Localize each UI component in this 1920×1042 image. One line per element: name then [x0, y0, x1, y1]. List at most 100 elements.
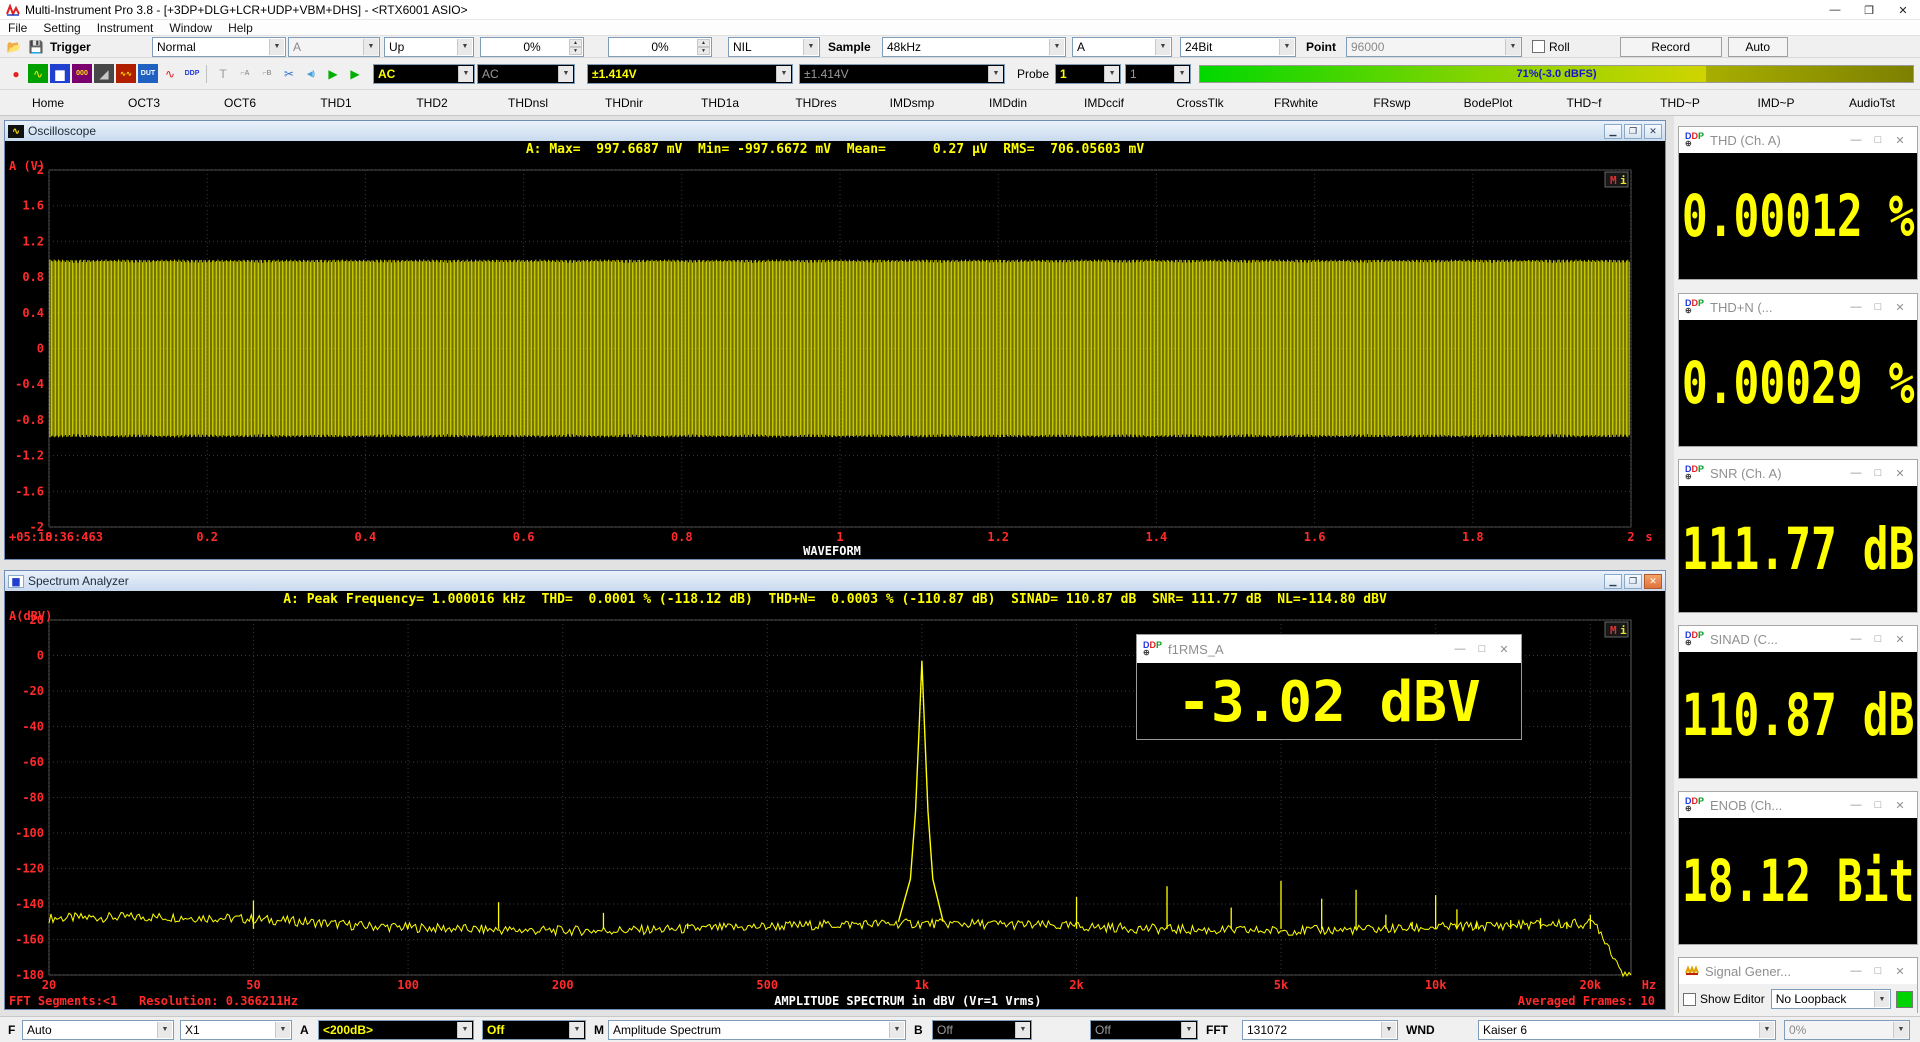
label-a-icon[interactable]: ⌐A: [235, 64, 255, 83]
trigger-source-combo[interactable]: A▼: [288, 37, 380, 57]
sg-maximize-button[interactable]: □: [1867, 965, 1889, 977]
tab-frswp[interactable]: FRswp: [1344, 91, 1440, 115]
tab-imd~p[interactable]: IMD~P: [1728, 91, 1824, 115]
menu-instrument[interactable]: Instrument: [89, 20, 162, 36]
f1rms-minimize-button[interactable]: —: [1449, 643, 1471, 655]
trigger-filter-combo[interactable]: NIL▼: [728, 37, 820, 57]
spectrum-3d-plot-icon[interactable]: ◢: [94, 64, 114, 83]
fft-mode-combo[interactable]: Auto▼: [22, 1020, 174, 1040]
auto-button[interactable]: Auto: [1728, 37, 1788, 57]
probe-calibration-icon[interactable]: T: [213, 64, 233, 83]
signal-generator-run-button[interactable]: [1896, 991, 1913, 1008]
ddp-viewer-icon[interactable]: DDP: [182, 64, 202, 83]
meter-close-button[interactable]: ✕: [1889, 467, 1911, 480]
show-editor-checkbox[interactable]: [1683, 993, 1696, 1006]
window-function-combo[interactable]: Kaiser 6▼: [1478, 1020, 1776, 1040]
fft-size-combo[interactable]: 131072▼: [1242, 1020, 1398, 1040]
f1rms-close-button[interactable]: ✕: [1493, 643, 1515, 656]
minimize-button[interactable]: —: [1818, 0, 1852, 20]
tab-oct6[interactable]: OCT6: [192, 91, 288, 115]
oscilloscope-restore-button[interactable]: ❐: [1624, 124, 1642, 139]
oscilloscope-minimize-button[interactable]: ▁: [1604, 124, 1622, 139]
meter-close-button[interactable]: ✕: [1889, 301, 1911, 314]
menu-file[interactable]: File: [0, 20, 35, 36]
meter-minimize-button[interactable]: —: [1845, 633, 1867, 645]
tab-bodeplot[interactable]: BodePlot: [1440, 91, 1536, 115]
meter-title-bar[interactable]: DDP⊕SNR (Ch. A)—□✕: [1679, 460, 1917, 486]
sample-rate-combo[interactable]: 48kHz▼: [882, 37, 1066, 57]
probe-b-combo[interactable]: 1▼: [1125, 64, 1191, 84]
b-range-combo[interactable]: Off▼: [932, 1020, 1032, 1040]
menu-window[interactable]: Window: [161, 20, 220, 36]
record-icon[interactable]: ●: [6, 64, 26, 83]
title-bar[interactable]: Multi-Instrument Pro 3.8 - [+3DP+DLG+LCR…: [0, 0, 1920, 20]
tab-imddin[interactable]: IMDdin: [960, 91, 1056, 115]
a-range-combo[interactable]: <200dB>▼: [318, 1020, 474, 1040]
meter-title-bar[interactable]: DDP⊕SINAD (C...—□✕: [1679, 626, 1917, 652]
range-a-combo[interactable]: ±1.414V▼: [587, 64, 793, 84]
coupling-a-combo[interactable]: AC▼: [373, 64, 475, 84]
meter-title-bar[interactable]: DDP⊕ENOB (Ch...—□✕: [1679, 792, 1917, 818]
coupling-b-combo[interactable]: AC▼: [477, 64, 575, 84]
tab-thd1a[interactable]: THD1a: [672, 91, 768, 115]
tab-audiotst[interactable]: AudioTst: [1824, 91, 1920, 115]
tab-imdccif[interactable]: IMDccif: [1056, 91, 1152, 115]
oscilloscope-close-button[interactable]: ✕: [1644, 124, 1662, 139]
meter-maximize-button[interactable]: □: [1867, 633, 1889, 645]
meter-title-bar[interactable]: DDP⊕THD (Ch. A)—□✕: [1679, 127, 1917, 153]
meter-close-button[interactable]: ✕: [1889, 799, 1911, 812]
probe-a-combo[interactable]: 1▼: [1055, 64, 1121, 84]
tab-crosstlk[interactable]: CrossTlk: [1152, 91, 1248, 115]
f1rms-maximize-button[interactable]: □: [1471, 643, 1493, 655]
run-auto-icon[interactable]: ▶: [345, 64, 365, 83]
cursor-reader-icon[interactable]: ✂: [279, 64, 299, 83]
meter-maximize-button[interactable]: □: [1867, 467, 1889, 479]
meter-close-button[interactable]: ✕: [1889, 134, 1911, 147]
meter-minimize-button[interactable]: —: [1845, 301, 1867, 313]
roll-checkbox[interactable]: Roll: [1532, 40, 1574, 54]
trigger-delay-spinner[interactable]: 0%▲▼: [608, 37, 712, 57]
tab-thd~p[interactable]: THD~P: [1632, 91, 1728, 115]
derived-data-curve-icon[interactable]: ∿: [160, 64, 180, 83]
label-b-icon[interactable]: ⌐B: [257, 64, 277, 83]
bit-depth-combo[interactable]: 24Bit▼: [1180, 37, 1296, 57]
tab-oct3[interactable]: OCT3: [96, 91, 192, 115]
menu-setting[interactable]: Setting: [35, 20, 88, 36]
record-points-combo[interactable]: 96000▼: [1346, 37, 1522, 57]
spectrum-title-bar[interactable]: ▆ Spectrum Analyzer ▁ ❐ ✕: [5, 571, 1665, 591]
tab-imdsmp[interactable]: IMDsmp: [864, 91, 960, 115]
tab-frwhite[interactable]: FRwhite: [1248, 91, 1344, 115]
run-icon[interactable]: ▶: [323, 64, 343, 83]
meter-title-bar[interactable]: DDP⊕THD+N (...—□✕: [1679, 294, 1917, 320]
oscilloscope-title-bar[interactable]: ∿ Oscilloscope ▁ ❐ ✕: [5, 121, 1665, 141]
meter-minimize-button[interactable]: —: [1845, 134, 1867, 146]
trigger-level-spinner[interactable]: 0%▲▼: [480, 37, 584, 57]
maximize-button[interactable]: ❐: [1852, 0, 1886, 20]
b-filter-combo[interactable]: Off▼: [1090, 1020, 1198, 1040]
tab-thd~f[interactable]: THD~f: [1536, 91, 1632, 115]
range-b-combo[interactable]: ±1.414V▼: [799, 64, 1005, 84]
tab-home[interactable]: Home: [0, 91, 96, 115]
meter-minimize-button[interactable]: —: [1845, 467, 1867, 479]
meter-maximize-button[interactable]: □: [1867, 134, 1889, 146]
tab-thd2[interactable]: THD2: [384, 91, 480, 115]
sg-minimize-button[interactable]: —: [1845, 965, 1867, 977]
a-filter-combo[interactable]: Off▼: [482, 1020, 586, 1040]
signal-generator-icon[interactable]: ∿∿: [116, 64, 136, 83]
zoom-combo[interactable]: X1▼: [180, 1020, 292, 1040]
trigger-edge-combo[interactable]: Up▼: [384, 37, 474, 57]
signal-generator-title-bar[interactable]: Signal Gener...—□✕: [1679, 958, 1917, 984]
trigger-mode-combo[interactable]: Normal▼: [152, 37, 286, 57]
meter-maximize-button[interactable]: □: [1867, 301, 1889, 313]
spectrum-close-button[interactable]: ✕: [1644, 574, 1662, 589]
menu-help[interactable]: Help: [220, 20, 261, 36]
sound-device-icon[interactable]: ◀): [301, 64, 321, 83]
multimeter-icon[interactable]: 000: [72, 64, 92, 83]
oscilloscope-plot[interactable]: 00.20.40.60.811.21.41.61.8221.61.20.80.4…: [5, 158, 1665, 559]
tab-thdres[interactable]: THDres: [768, 91, 864, 115]
analysis-mode-combo[interactable]: Amplitude Spectrum▼: [608, 1020, 906, 1040]
meter-minimize-button[interactable]: —: [1845, 799, 1867, 811]
f1rms-title-bar[interactable]: DDP⊕ f1RMS_A —□✕: [1137, 635, 1521, 663]
spectrum-restore-button[interactable]: ❐: [1624, 574, 1642, 589]
tab-thd1[interactable]: THD1: [288, 91, 384, 115]
